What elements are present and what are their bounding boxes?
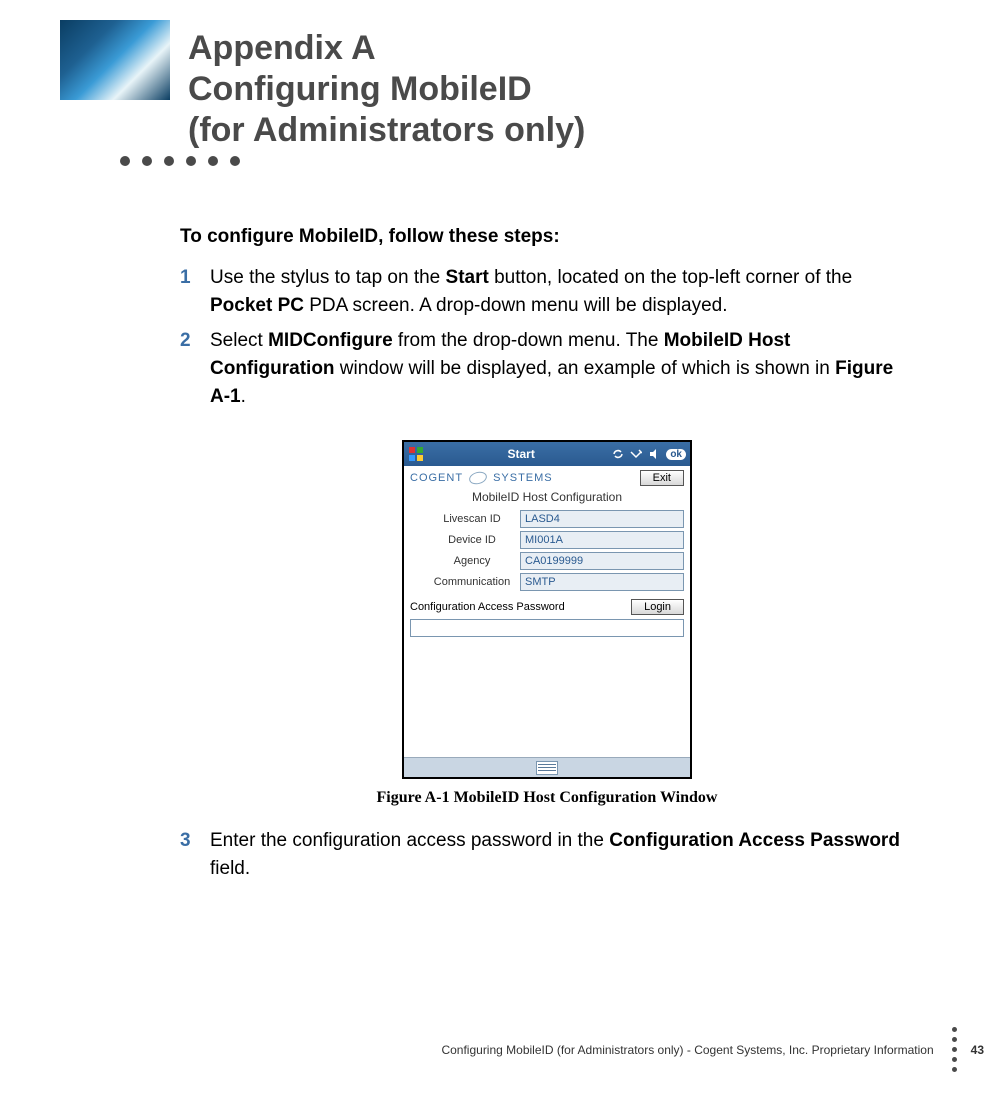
keyboard-icon[interactable]: [536, 761, 558, 775]
footer-dots: [952, 1027, 957, 1072]
footer-text: Configuring MobileID (for Administrators…: [441, 1043, 933, 1057]
ppc-section-title: MobileID Host Configuration: [410, 490, 684, 504]
ppc-titlebar: Start ok: [404, 442, 690, 466]
livescan-label: Livescan ID: [424, 513, 520, 525]
device-label: Device ID: [424, 534, 520, 546]
ok-button[interactable]: ok: [666, 449, 686, 460]
exit-button[interactable]: Exit: [640, 470, 684, 486]
device-input[interactable]: [520, 531, 684, 549]
agency-input[interactable]: [520, 552, 684, 570]
step-1: 1 Use the stylus to tap on the Start but…: [180, 264, 914, 319]
page-number: 43: [971, 1043, 984, 1057]
title-line-1: Appendix A: [188, 28, 585, 69]
ppc-title-text[interactable]: Start: [430, 447, 612, 461]
communication-label: Communication: [424, 576, 520, 588]
figure-caption: Figure A-1 MobileID Host Configuration W…: [180, 789, 914, 807]
ppc-bottom-bar: [404, 757, 690, 777]
decorative-dots: [120, 156, 944, 166]
livescan-input[interactable]: [520, 510, 684, 528]
config-password-input[interactable]: [410, 619, 684, 637]
cogent-swirl-icon: [468, 470, 488, 486]
config-password-label: Configuration Access Password: [410, 601, 565, 613]
communication-input[interactable]: [520, 573, 684, 591]
figure-screenshot: Start ok COGENT SYSTEMS: [402, 440, 692, 779]
step-number: 3: [180, 827, 210, 882]
title-line-3: (for Administrators only): [188, 110, 585, 151]
step-3-text: Enter the configuration access password …: [210, 827, 914, 882]
signal-icon[interactable]: [630, 448, 642, 460]
chapter-title: Appendix A Configuring MobileID (for Adm…: [188, 20, 585, 150]
title-line-2: Configuring MobileID: [188, 69, 585, 110]
page-footer: Configuring MobileID (for Administrators…: [0, 1027, 1004, 1072]
speaker-icon[interactable]: [648, 448, 660, 460]
step-number: 1: [180, 264, 210, 319]
step-3: 3 Enter the configuration access passwor…: [180, 827, 914, 882]
cogent-logo: COGENT SYSTEMS: [410, 472, 553, 484]
sync-icon[interactable]: [612, 448, 624, 460]
intro-text: To configure MobileID, follow these step…: [180, 226, 914, 248]
agency-label: Agency: [424, 555, 520, 567]
step-2-text: Select MIDConfigure from the drop-down m…: [210, 327, 914, 410]
step-number: 2: [180, 327, 210, 410]
header-decorative-image: [60, 20, 170, 100]
step-1-text: Use the stylus to tap on the Start butto…: [210, 264, 914, 319]
step-2: 2 Select MIDConfigure from the drop-down…: [180, 327, 914, 410]
windows-flag-icon[interactable]: [408, 446, 424, 462]
login-button[interactable]: Login: [631, 599, 684, 615]
